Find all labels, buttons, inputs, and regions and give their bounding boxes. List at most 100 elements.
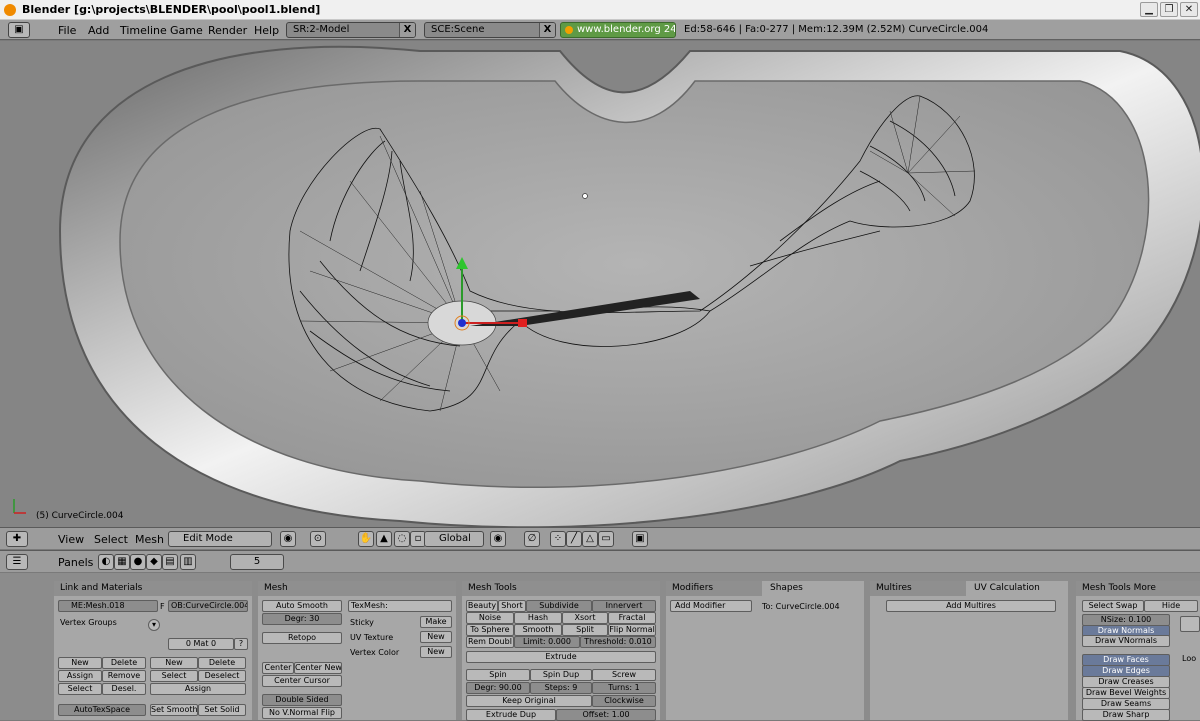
- close-window-button[interactable]: ✕: [1180, 2, 1198, 17]
- subdivide-button[interactable]: Subdivide: [526, 600, 592, 612]
- vgroup-delete-button[interactable]: Delete: [102, 657, 146, 669]
- limit-field[interactable]: Limit: 0.000: [514, 636, 580, 648]
- editing-context-icon[interactable]: ▤: [162, 554, 178, 570]
- draw-type-icon[interactable]: ◉: [280, 531, 296, 547]
- buttons-editor-type-icon[interactable]: ☰: [6, 554, 28, 570]
- beauty-toggle[interactable]: Beauty: [466, 600, 498, 612]
- auto-smooth-degr-field[interactable]: Degr: 30: [262, 613, 342, 625]
- loop-label[interactable]: Loo: [1182, 654, 1196, 663]
- vertex-color-new-button[interactable]: New: [420, 646, 452, 658]
- editor-type-icon[interactable]: ✚: [6, 531, 28, 547]
- select-swap-button[interactable]: Select Swap: [1082, 600, 1144, 612]
- pivot-icon[interactable]: ⊙: [310, 531, 326, 547]
- vgroup-assign-button[interactable]: Assign: [58, 670, 102, 682]
- frame-field[interactable]: 5: [230, 554, 284, 570]
- material-assign-button[interactable]: Assign: [150, 683, 246, 695]
- face-mode-icon[interactable]: △: [582, 531, 598, 547]
- render-view-icon[interactable]: ▣: [632, 531, 648, 547]
- retopo-toggle[interactable]: Retopo: [262, 632, 342, 644]
- menu-file[interactable]: File: [58, 24, 76, 37]
- menu-help[interactable]: Help: [254, 24, 279, 37]
- menu-add[interactable]: Add: [88, 24, 109, 37]
- material-index-field[interactable]: 0 Mat 0: [168, 638, 234, 650]
- remove-doubles-button[interactable]: Rem Doubl: [466, 636, 514, 648]
- flip-normal-button[interactable]: Flip Normal: [608, 624, 656, 636]
- script-context-icon[interactable]: ▦: [114, 554, 130, 570]
- hand-manipulator-icon[interactable]: ✋: [358, 531, 374, 547]
- screen-selector[interactable]: SR:2-Model X: [286, 22, 416, 38]
- rotate-icon[interactable]: ◌: [394, 531, 410, 547]
- menu-game[interactable]: Game: [170, 24, 203, 37]
- vgroup-deselect-button[interactable]: Desel.: [102, 683, 146, 695]
- shapes-tab[interactable]: Shapes: [762, 581, 864, 596]
- center-button[interactable]: Center: [262, 662, 294, 674]
- to-sphere-button[interactable]: To Sphere: [466, 624, 514, 636]
- draw-sharp-toggle[interactable]: Draw Sharp: [1082, 709, 1170, 721]
- vgroup-select-button[interactable]: Select: [58, 683, 102, 695]
- xsort-button[interactable]: Xsort: [562, 612, 608, 624]
- auto-smooth-toggle[interactable]: Auto Smooth: [262, 600, 342, 612]
- uv-calculation-tab[interactable]: UV Calculation: [966, 581, 1068, 596]
- blender-url-link[interactable]: www.blender.org 249: [560, 22, 676, 38]
- material-deselect-button[interactable]: Deselect: [198, 670, 246, 682]
- delete-screen-icon[interactable]: X: [399, 23, 415, 37]
- modifiers-tab[interactable]: Modifiers: [666, 581, 762, 596]
- screw-turns-field[interactable]: Turns: 1: [592, 682, 656, 694]
- menu-mesh[interactable]: Mesh: [135, 533, 164, 546]
- set-solid-button[interactable]: Set Solid: [198, 704, 246, 716]
- uv-texture-new-button[interactable]: New: [420, 631, 452, 643]
- material-help-button[interactable]: ?: [234, 638, 248, 650]
- extrude-dup-button[interactable]: Extrude Dup: [466, 709, 556, 721]
- delete-scene-icon[interactable]: X: [539, 23, 555, 37]
- edge-mode-icon[interactable]: ╱: [566, 531, 582, 547]
- shading-context-icon[interactable]: ●: [130, 554, 146, 570]
- maximize-button[interactable]: ❐: [1160, 2, 1178, 17]
- keep-original-toggle[interactable]: Keep Original: [466, 695, 592, 707]
- fractal-button[interactable]: Fractal: [608, 612, 656, 624]
- vertex-group-menu-icon[interactable]: ▾: [148, 619, 160, 631]
- translate-icon[interactable]: ▲: [376, 531, 392, 547]
- autotexspace-toggle[interactable]: AutoTexSpace: [58, 704, 146, 716]
- menu-timeline[interactable]: Timeline: [120, 24, 167, 37]
- material-new-button[interactable]: New: [150, 657, 198, 669]
- window-type-icon[interactable]: ▣: [8, 22, 30, 38]
- hide-button[interactable]: Hide: [1144, 600, 1198, 612]
- double-sided-toggle[interactable]: Double Sided: [262, 694, 342, 706]
- hash-button[interactable]: Hash: [514, 612, 562, 624]
- clockwise-toggle[interactable]: Clockwise: [592, 695, 656, 707]
- draw-vnormals-toggle[interactable]: Draw VNormals: [1082, 635, 1170, 647]
- vertex-mode-icon[interactable]: ⁘: [550, 531, 566, 547]
- spin-steps-field[interactable]: Steps: 9: [530, 682, 592, 694]
- extrude-button[interactable]: Extrude: [466, 651, 656, 663]
- side-button[interactable]: [1180, 616, 1200, 632]
- menu-panels[interactable]: Panels: [58, 556, 93, 569]
- proportional-edit-icon[interactable]: ∅: [524, 531, 540, 547]
- spin-button[interactable]: Spin: [466, 669, 530, 681]
- add-multires-button[interactable]: Add Multires: [886, 600, 1056, 612]
- set-smooth-button[interactable]: Set Smooth: [150, 704, 198, 716]
- short-toggle[interactable]: Short: [498, 600, 526, 612]
- menu-select[interactable]: Select: [94, 533, 128, 546]
- logic-context-icon[interactable]: ◐: [98, 554, 114, 570]
- add-modifier-menu[interactable]: Add Modifier: [670, 600, 752, 612]
- spin-dup-button[interactable]: Spin Dup: [530, 669, 592, 681]
- 3d-viewport[interactable]: (5) CurveCircle.004: [0, 41, 1200, 527]
- center-cursor-button[interactable]: Center Cursor: [262, 675, 342, 687]
- spin-degr-field[interactable]: Degr: 90.00: [466, 682, 530, 694]
- split-button[interactable]: Split: [562, 624, 608, 636]
- minimize-button[interactable]: ▁: [1140, 2, 1158, 17]
- noise-button[interactable]: Noise: [466, 612, 514, 624]
- fake-user-label[interactable]: F: [160, 602, 165, 611]
- scene-context-icon[interactable]: ▥: [180, 554, 196, 570]
- threshold-field[interactable]: Threshold: 0.010: [580, 636, 656, 648]
- screw-button[interactable]: Screw: [592, 669, 656, 681]
- smooth-button[interactable]: Smooth: [514, 624, 562, 636]
- object-context-icon[interactable]: ◆: [146, 554, 162, 570]
- menu-render[interactable]: Render: [208, 24, 247, 37]
- multires-tab[interactable]: Multires: [870, 581, 966, 596]
- vgroup-remove-button[interactable]: Remove: [102, 670, 146, 682]
- vgroup-new-button[interactable]: New: [58, 657, 102, 669]
- material-delete-button[interactable]: Delete: [198, 657, 246, 669]
- scene-selector[interactable]: SCE:Scene X: [424, 22, 556, 38]
- viewport-scene[interactable]: [0, 41, 1200, 527]
